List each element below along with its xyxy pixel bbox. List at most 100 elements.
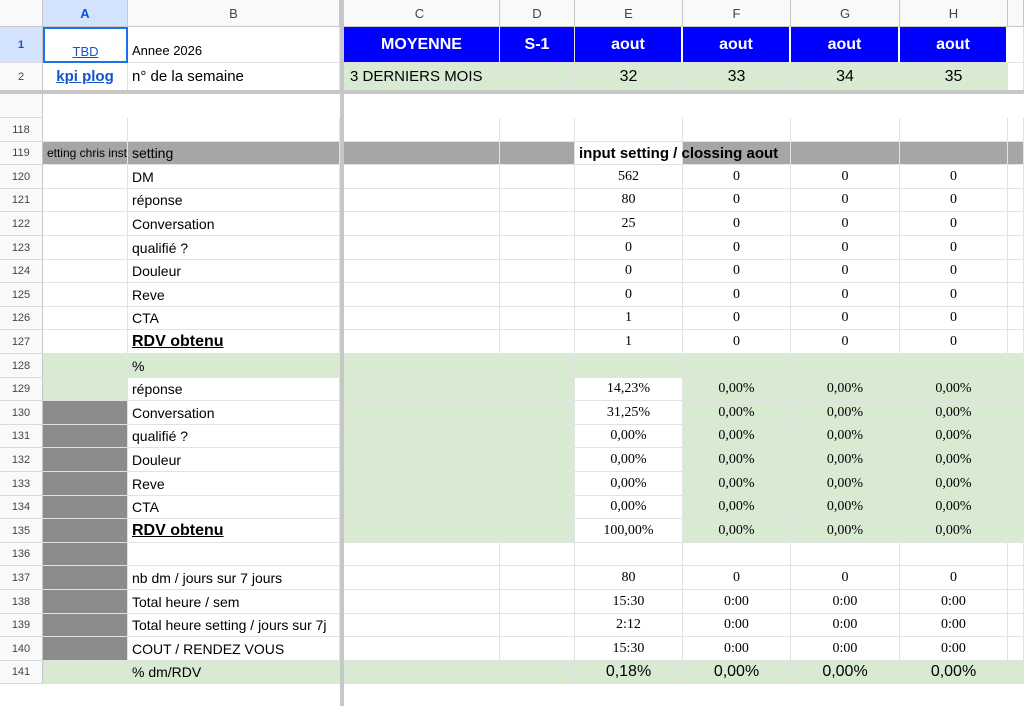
freeze-row-divider[interactable] (0, 90, 1024, 94)
value-cell-136[interactable] (683, 543, 791, 566)
cell-c-124[interactable] (344, 260, 500, 283)
cell-c-129[interactable] (344, 378, 500, 401)
value-cell-119[interactable] (900, 142, 1008, 165)
value-cell-129[interactable]: 0,00% (791, 378, 900, 401)
cell-d2[interactable] (500, 63, 575, 91)
value-cell-125[interactable]: 0 (900, 283, 1008, 307)
value-cell-133[interactable]: 0,00% (683, 472, 791, 496)
cell-d-126[interactable] (500, 307, 575, 330)
value-cell-130[interactable]: 0,00% (900, 401, 1008, 425)
cell-a2-kpi-link[interactable]: kpi plog (43, 63, 128, 91)
value-cell-120[interactable]: 562 (575, 165, 683, 189)
row-header-128[interactable]: 128 (0, 354, 43, 378)
row-label-123[interactable]: qualifié ? (128, 236, 340, 260)
cell-d-135[interactable] (500, 519, 575, 543)
row-header-1[interactable]: 1 (0, 27, 43, 63)
week-number-cell[interactable]: 34 (791, 63, 900, 91)
month-header-cell[interactable]: aout (575, 27, 683, 63)
value-cell-129[interactable]: 0,00% (683, 378, 791, 401)
value-cell-126[interactable]: 1 (575, 307, 683, 330)
cell-c-123[interactable] (344, 236, 500, 260)
row-header-127[interactable]: 127 (0, 330, 43, 354)
value-cell-118[interactable] (683, 118, 791, 142)
cell-a-125[interactable] (43, 283, 128, 307)
row-label-135[interactable]: RDV obtenu (128, 519, 340, 543)
cell-a-141[interactable] (43, 661, 128, 684)
value-cell-120[interactable]: 0 (900, 165, 1008, 189)
cell-c-127[interactable] (344, 330, 500, 354)
column-header-a[interactable]: A (43, 0, 128, 27)
cell-a1-tbd-link[interactable]: TBD (43, 27, 128, 63)
cell-c-135[interactable] (344, 519, 500, 543)
cell-c-138[interactable] (344, 590, 500, 614)
value-cell-131[interactable]: 0,00% (900, 425, 1008, 448)
value-cell-131[interactable]: 0,00% (575, 425, 683, 448)
cell-a-130[interactable] (43, 401, 128, 425)
value-cell-127[interactable]: 1 (575, 330, 683, 354)
cell-overflow-131[interactable] (1008, 425, 1024, 448)
value-cell-128[interactable] (575, 354, 683, 378)
row-label-136[interactable] (128, 543, 340, 566)
cell-overflow-118[interactable] (1008, 118, 1024, 142)
cell-a-131[interactable] (43, 425, 128, 448)
cell-overflow-130[interactable] (1008, 401, 1024, 425)
cell-overflow-123[interactable] (1008, 236, 1024, 260)
cell-d-132[interactable] (500, 448, 575, 472)
row-label-130[interactable]: Conversation (128, 401, 340, 425)
row-header-124[interactable]: 124 (0, 260, 43, 283)
cell-d-128[interactable] (500, 354, 575, 378)
column-header-e[interactable]: E (575, 0, 683, 27)
cell-overflow-row2[interactable] (1008, 63, 1024, 91)
week-number-cell[interactable]: 35 (900, 63, 1008, 91)
cell-a-123[interactable] (43, 236, 128, 260)
cell-a-135[interactable] (43, 519, 128, 543)
value-cell-137[interactable]: 0 (900, 566, 1008, 590)
row-header-136[interactable]: 136 (0, 543, 43, 566)
value-cell-122[interactable]: 0 (683, 212, 791, 236)
value-cell-138[interactable]: 0:00 (791, 590, 900, 614)
row-header-132[interactable]: 132 (0, 448, 43, 472)
value-cell-140[interactable]: 0:00 (683, 637, 791, 661)
cell-c-132[interactable] (344, 448, 500, 472)
row-label-127[interactable]: RDV obtenu (128, 330, 340, 354)
value-cell-136[interactable] (791, 543, 900, 566)
value-cell-129[interactable]: 0,00% (900, 378, 1008, 401)
cell-d-137[interactable] (500, 566, 575, 590)
row-label-139[interactable]: Total heure setting / jours sur 7j (128, 614, 340, 637)
value-cell-135[interactable]: 0,00% (791, 519, 900, 543)
value-cell-130[interactable]: 0,00% (683, 401, 791, 425)
cell-a-136[interactable] (43, 543, 128, 566)
cell-a-138[interactable] (43, 590, 128, 614)
value-cell-124[interactable]: 0 (900, 260, 1008, 283)
cell-d-141[interactable] (500, 661, 575, 684)
value-cell-139[interactable]: 0:00 (683, 614, 791, 637)
value-cell-130[interactable]: 0,00% (791, 401, 900, 425)
cell-d-134[interactable] (500, 496, 575, 519)
value-cell-137[interactable]: 0 (683, 566, 791, 590)
value-cell-121[interactable]: 0 (900, 189, 1008, 212)
row-label-118[interactable] (128, 118, 340, 142)
value-cell-136[interactable] (900, 543, 1008, 566)
cell-overflow-132[interactable] (1008, 448, 1024, 472)
row-header-133[interactable]: 133 (0, 472, 43, 496)
value-cell-118[interactable] (900, 118, 1008, 142)
cell-a-134[interactable] (43, 496, 128, 519)
value-cell-126[interactable]: 0 (791, 307, 900, 330)
row-label-125[interactable]: Reve (128, 283, 340, 307)
cell-a-137[interactable] (43, 566, 128, 590)
month-header-cell[interactable]: aout (900, 27, 1008, 63)
cell-overflow-119[interactable] (1008, 142, 1024, 165)
value-cell-124[interactable]: 0 (683, 260, 791, 283)
cell-c-128[interactable] (344, 354, 500, 378)
row-header-125[interactable]: 125 (0, 283, 43, 307)
column-header-h[interactable]: H (900, 0, 1008, 27)
row-header-141[interactable]: 141 (0, 661, 43, 684)
cell-d-123[interactable] (500, 236, 575, 260)
value-cell-122[interactable]: 0 (900, 212, 1008, 236)
value-cell-125[interactable]: 0 (791, 283, 900, 307)
value-cell-141[interactable]: 0,00% (900, 661, 1008, 684)
cell-overflow-128[interactable] (1008, 354, 1024, 378)
value-cell-121[interactable]: 0 (791, 189, 900, 212)
cell-c-141[interactable] (344, 661, 500, 684)
cell-c1-moyenne[interactable]: MOYENNE (344, 27, 500, 63)
